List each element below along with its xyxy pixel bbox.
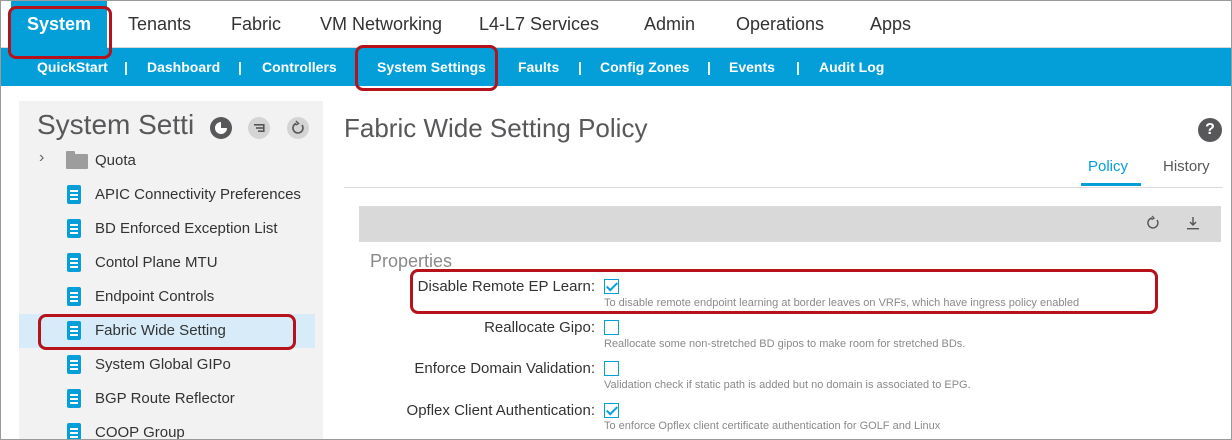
subnav-quickstart[interactable]: QuickStart (37, 48, 108, 86)
tree-item-bd-enforced-exception-list[interactable]: BD Enforced Exception List (19, 212, 315, 246)
tree-item-bgp-route-reflector[interactable]: BGP Route Reflector (19, 382, 315, 416)
tree-item-label: Quota (95, 152, 136, 169)
policy-toolbar (359, 206, 1221, 242)
refresh-icon[interactable] (287, 117, 309, 139)
policy-icon (67, 355, 81, 374)
policy-icon (67, 219, 81, 238)
tab-apps[interactable]: Apps (870, 1, 911, 48)
tree-item-label: BD Enforced Exception List (95, 220, 278, 237)
policy-icon (67, 253, 81, 272)
tree-item-control-plane-mtu[interactable]: Contol Plane MTU (19, 246, 315, 280)
subnav-dashboard[interactable]: Dashboard (147, 48, 220, 86)
folder-icon (66, 151, 88, 169)
policy-icon (67, 423, 81, 439)
opflex-client-authentication-checkbox[interactable] (604, 403, 619, 418)
refresh-icon[interactable] (1145, 215, 1161, 236)
left-panel-title: System Setti (37, 109, 195, 140)
tree-item-fabric-wide-setting[interactable]: Fabric Wide Setting (19, 314, 315, 348)
tree-item-label: Endpoint Controls (95, 288, 215, 305)
enforce-domain-validation-description: Validation check if static path is added… (604, 379, 971, 391)
tree-item-endpoint-controls[interactable]: Endpoint Controls (19, 280, 315, 314)
subnav-separator: | (238, 59, 242, 75)
subnav-audit-log[interactable]: Audit Log (819, 48, 884, 86)
tree-item-label: Fabric Wide Setting (95, 322, 226, 339)
tree-item-label: BGP Route Reflector (95, 390, 235, 407)
active-tab-indicator (1081, 183, 1141, 186)
tab-fabric[interactable]: Fabric (231, 1, 281, 48)
tree-item-apic-connectivity-preferences[interactable]: APIC Connectivity Preferences (19, 178, 315, 212)
tree-item-system-global-gipo[interactable]: System Global GIPo (19, 348, 315, 382)
subnav-controllers[interactable]: Controllers (262, 48, 337, 86)
tab-tenants[interactable]: Tenants (128, 1, 191, 48)
subnav-system-settings[interactable]: System Settings (377, 48, 486, 86)
policy-icon (67, 321, 81, 340)
subnav-events[interactable]: Events (729, 48, 775, 86)
policy-icon (67, 185, 81, 204)
top-nav: System Tenants Fabric VM Networking L4-L… (1, 1, 1231, 48)
subnav-separator: | (124, 59, 128, 75)
tree-item-coop-group[interactable]: COOP Group (19, 416, 315, 440)
tab-l4-l7-services[interactable]: L4-L7 Services (479, 1, 599, 48)
tab-policy[interactable]: Policy (1088, 158, 1128, 175)
tree-item-label: COOP Group (95, 424, 185, 440)
left-nav-panel: System Setti › Quota APIC Connectivity P… (19, 101, 323, 440)
tab-vm-networking[interactable]: VM Networking (320, 1, 442, 48)
download-icon[interactable] (1185, 215, 1201, 236)
tree-item-quota[interactable]: › Quota (19, 144, 315, 178)
enforce-domain-validation-label: Enforce Domain Validation: (414, 360, 595, 377)
disable-remote-ep-learn-checkbox[interactable] (604, 279, 619, 294)
opflex-client-authentication-description: To enforce Opflex client certificate aut… (604, 420, 941, 432)
policy-icon (67, 389, 81, 408)
subnav-config-zones[interactable]: Config Zones (600, 48, 689, 86)
page-title: Fabric Wide Setting Policy (344, 113, 648, 143)
chevron-right-icon[interactable]: › (39, 149, 44, 167)
subnav-separator: | (578, 59, 582, 75)
tab-operations[interactable]: Operations (736, 1, 824, 48)
tab-system[interactable]: System (11, 1, 108, 48)
reallocate-gipo-label: Reallocate Gipo: (484, 319, 595, 336)
opflex-client-authentication-label: Opflex Client Authentication: (406, 402, 595, 419)
help-icon[interactable]: ? (1198, 118, 1222, 142)
pie-chart-icon[interactable] (210, 117, 232, 139)
tree-item-label: Contol Plane MTU (95, 254, 218, 271)
subnav-separator: | (707, 59, 711, 75)
disable-remote-ep-learn-label: Disable Remote EP Learn: (417, 278, 595, 295)
tree-item-label: APIC Connectivity Preferences (95, 186, 301, 203)
policy-icon (67, 287, 81, 306)
tab-history[interactable]: History (1163, 158, 1210, 175)
divider (344, 187, 1223, 188)
properties-heading: Properties (370, 251, 453, 271)
tree-item-label: System Global GIPo (95, 356, 231, 373)
sub-nav: QuickStart | Dashboard | Controllers Sys… (1, 48, 1231, 86)
reallocate-gipo-checkbox[interactable] (604, 320, 619, 335)
subnav-faults[interactable]: Faults (518, 48, 559, 86)
tab-admin[interactable]: Admin (644, 1, 695, 48)
reallocate-gipo-description: Reallocate some non-stretched BD gipos t… (604, 338, 966, 350)
app-window: System Tenants Fabric VM Networking L4-L… (0, 0, 1232, 440)
disable-remote-ep-learn-description: To disable remote endpoint learning at b… (604, 297, 1080, 309)
filter-list-icon[interactable] (248, 117, 270, 139)
enforce-domain-validation-checkbox[interactable] (604, 361, 619, 376)
subnav-separator: | (796, 59, 800, 75)
